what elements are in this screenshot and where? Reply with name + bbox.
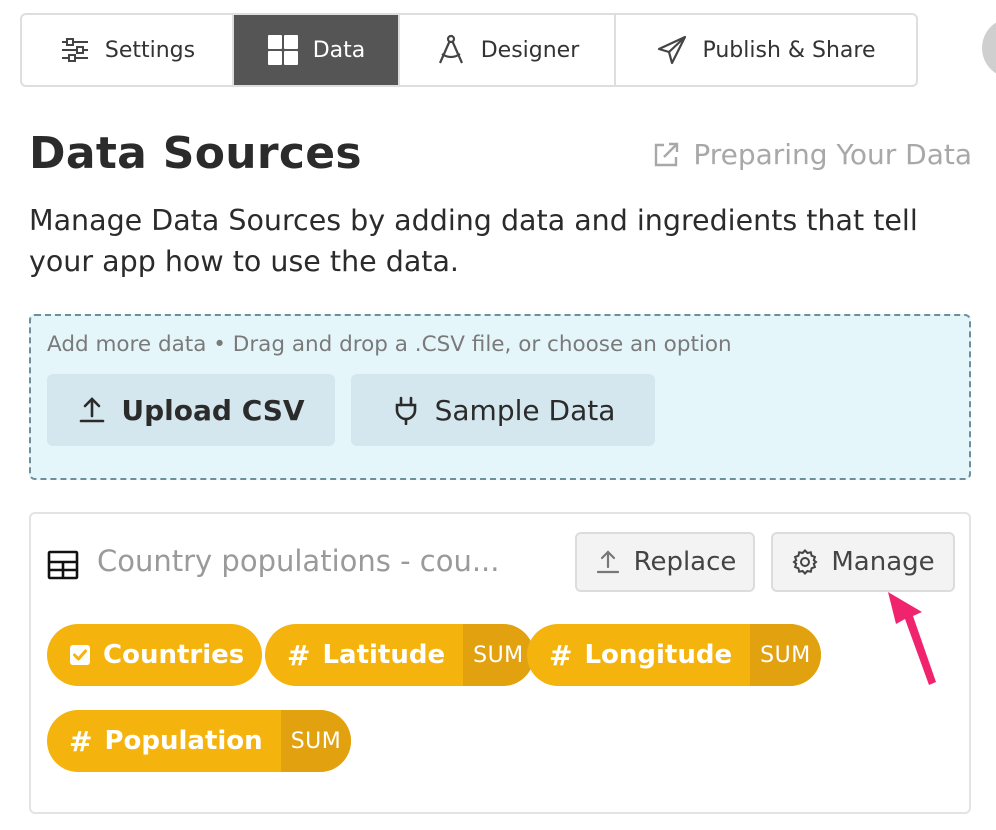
field-pill-countries[interactable]: Countries	[47, 624, 263, 686]
external-link-icon	[655, 142, 679, 166]
field-pill-longitude[interactable]: # Longitude SUM	[527, 624, 821, 686]
field-pill-latitude[interactable]: # Latitude SUM	[265, 624, 534, 686]
hash-icon: #	[549, 638, 573, 672]
field-pill-population[interactable]: # Population SUM	[47, 710, 352, 772]
paper-plane-icon	[658, 35, 687, 65]
upload-csv-button[interactable]: Upload CSV	[47, 374, 335, 446]
annotation-arrow-icon	[888, 592, 936, 685]
compass-icon	[438, 34, 463, 64]
replace-label: Replace	[633, 547, 737, 577]
tab-designer[interactable]: Designer	[400, 15, 616, 85]
manage-label: Manage	[831, 547, 935, 577]
checkbox-icon	[70, 645, 90, 665]
tab-data[interactable]: Data	[234, 15, 400, 85]
aggregation-badge[interactable]: SUM	[280, 710, 352, 772]
csv-dropzone[interactable]: Add more data • Drag and drop a .CSV fil…	[29, 314, 971, 480]
main-tabs: Settings Data Designer Publish & Share	[20, 13, 918, 87]
hash-icon: #	[287, 638, 311, 672]
aggregation-badge[interactable]: SUM	[750, 624, 821, 686]
preparing-data-link-label: Preparing Your Data	[693, 138, 972, 171]
tab-designer-label: Designer	[480, 37, 580, 63]
plug-icon	[395, 396, 416, 425]
field-pill-label: Longitude	[584, 640, 733, 670]
preparing-data-link[interactable]: Preparing Your Data	[651, 138, 972, 171]
user-avatar[interactable]	[982, 18, 996, 78]
tab-publish-share-label: Publish & Share	[702, 37, 876, 63]
gear-icon	[792, 549, 818, 575]
upload-icon	[596, 550, 619, 574]
grid-icon	[267, 35, 298, 65]
sample-data-button[interactable]: Sample Data	[351, 374, 655, 446]
upload-csv-label: Upload CSV	[121, 393, 305, 427]
hash-icon: #	[69, 724, 93, 758]
field-pill-label: Population	[104, 726, 263, 756]
sample-data-label: Sample Data	[434, 393, 616, 427]
tab-settings[interactable]: Settings	[22, 15, 234, 85]
sliders-icon	[61, 38, 88, 62]
replace-button[interactable]: Replace	[575, 532, 755, 592]
table-icon	[47, 550, 79, 580]
tab-publish-share[interactable]: Publish & Share	[616, 15, 916, 85]
upload-icon	[80, 397, 105, 423]
page-title: Data Sources	[29, 128, 362, 179]
page-description: Manage Data Sources by adding data and i…	[29, 204, 918, 278]
data-source-name[interactable]: Country populations - cou...	[97, 544, 499, 578]
data-source-card: Country populations - cou... Replace Man…	[29, 512, 971, 814]
tab-settings-label: Settings	[104, 37, 196, 63]
dropzone-hint: Add more data • Drag and drop a .CSV fil…	[47, 332, 732, 357]
aggregation-badge[interactable]: SUM	[463, 624, 534, 686]
tab-data-label: Data	[312, 37, 366, 63]
manage-button[interactable]: Manage	[771, 532, 955, 592]
field-pill-label: Latitude	[322, 640, 446, 670]
field-pill-label: Countries	[103, 640, 245, 670]
